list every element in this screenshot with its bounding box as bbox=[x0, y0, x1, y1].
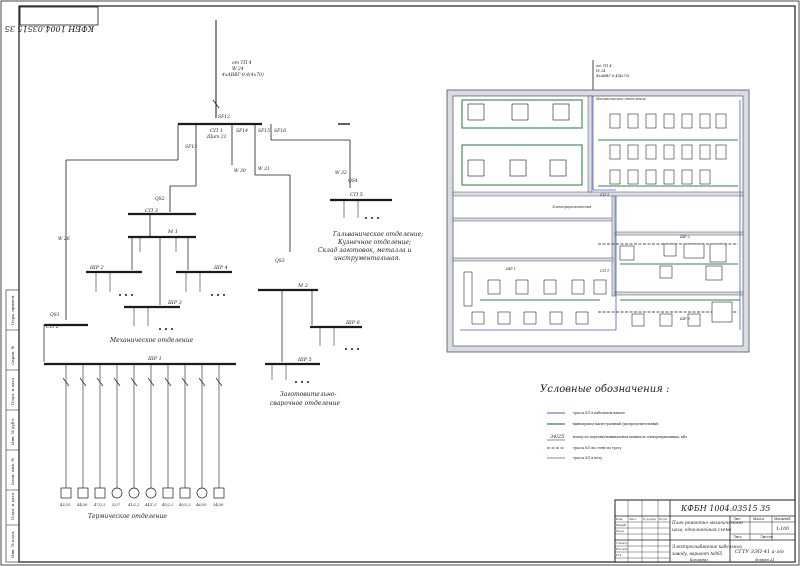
breaker-label: SF16 bbox=[274, 128, 286, 134]
section-label-galv: Склад заготовок, металла и bbox=[318, 247, 411, 254]
title-block-row: Т.контр. bbox=[616, 541, 628, 545]
legend-title: Условные обозначения : bbox=[540, 384, 669, 395]
breaker-label: SF15 bbox=[258, 128, 270, 134]
section-label-zag: Заготовительно- bbox=[280, 391, 337, 398]
title-block-row: № докум. bbox=[643, 517, 657, 521]
strip-label: Справ. № bbox=[10, 346, 15, 365]
section-label-galv: Кузнечное отделение; bbox=[337, 239, 411, 246]
receiver-label: 41/2,2 bbox=[127, 503, 140, 507]
plan-feed-label: W 24 bbox=[596, 69, 606, 73]
board-label-shr1: ШР 1 bbox=[147, 356, 162, 362]
section-label-therm: Термическое отделение bbox=[88, 513, 167, 520]
receiver-label: 45/2,2 bbox=[161, 503, 174, 507]
title-block-title: цеха, однолинейная схема bbox=[672, 527, 732, 532]
strip-label: Взам. инв. № bbox=[10, 458, 15, 485]
title-block-row: Изм. bbox=[616, 517, 623, 521]
board-label-shr2: ШР 2 bbox=[89, 265, 104, 271]
title-block-title: заводу, вариант №065 bbox=[672, 551, 723, 556]
cable-label: W 30 bbox=[234, 168, 246, 174]
title-block-header: Масса bbox=[753, 517, 764, 521]
board-label-shr4: ШР 4 bbox=[213, 265, 228, 271]
breaker-label: SF12 bbox=[218, 114, 230, 120]
section-label-galv: инструментальная. bbox=[334, 255, 401, 262]
breaker-label: SF14 bbox=[236, 128, 248, 134]
plan-room-label: ШР 1 bbox=[505, 267, 516, 271]
plan-room-label: СП 2 bbox=[600, 193, 610, 197]
cable-label: W 26 bbox=[58, 236, 70, 242]
cable-label: W 31 bbox=[258, 166, 270, 172]
title-block-sheets: Листов bbox=[760, 535, 773, 539]
breaker-label: QS3 bbox=[275, 258, 285, 264]
shop-floor-plan: от ТП 4 W 24 4xАВВГ-0.4(4x70) Механическ… bbox=[446, 60, 750, 353]
receiver-label: 44/1,5 bbox=[144, 503, 157, 507]
drawing-sheet: Перв. примен. Справ. № Подп. и дата Инв.… bbox=[0, 0, 800, 566]
plan-room-label: Электроремонтная bbox=[552, 205, 592, 209]
legend-item: -номер по перечню/номинальная мощность э… bbox=[572, 435, 687, 439]
title-block-row: Утв. bbox=[616, 553, 622, 557]
receiver-label: 46/30 bbox=[195, 503, 207, 507]
title-block-format: Формат А1 bbox=[755, 558, 775, 562]
strip-label: Инв. № дубл. bbox=[10, 418, 15, 445]
section-label-zag: сварочное отделение bbox=[270, 400, 340, 407]
title-block-row: Разраб. bbox=[616, 523, 627, 527]
feed-label: W 24 bbox=[232, 66, 244, 72]
section-label-mech: Механическое отделение bbox=[109, 337, 194, 344]
receiver-label: 40/2,2 bbox=[178, 503, 191, 507]
receiver-label: 52/7 bbox=[112, 503, 121, 507]
title-block-row: Н.контр. bbox=[616, 547, 629, 551]
legend-item: -трасса КЛ на стене по тросу bbox=[572, 446, 621, 450]
board-label-m1: М 1 bbox=[167, 229, 178, 235]
title-block-org: СГТУ 3ЭП-41 а-з/о bbox=[735, 549, 784, 555]
board-label-sp1: СП 1 bbox=[210, 128, 223, 134]
feed-label: от ТП 4 bbox=[232, 60, 252, 66]
receiver-label: 44/30 bbox=[76, 503, 88, 507]
title-block-copied: Копировал bbox=[689, 558, 708, 562]
title-block-header: Лит. bbox=[733, 517, 741, 521]
title-block-row: Подп. bbox=[659, 517, 668, 521]
plan-room-label: ШР 2 bbox=[679, 235, 691, 239]
board-label-shr6: ШР 6 bbox=[345, 320, 361, 326]
title-block: КФБН 1004.03515 35 План ремонтно-механич… bbox=[614, 499, 796, 563]
plan-room-label: СП 1 bbox=[600, 269, 609, 273]
breaker-label: SF13 bbox=[185, 144, 197, 150]
legend-item: -трасса КЛ в кабельном канале bbox=[572, 411, 625, 415]
plan-feed-label: 4xАВВГ-0.4(4x70) bbox=[595, 74, 630, 78]
board-label-shr5: ШР 5 bbox=[297, 357, 312, 363]
breaker-label: QS4 bbox=[348, 178, 358, 184]
title-block-sheet: Лист bbox=[733, 535, 742, 539]
strip-label: Перв. примен. bbox=[10, 294, 15, 325]
title-block-row: Пров. bbox=[616, 529, 624, 533]
feed-label: 4xАВВГ-0.4(4x70) bbox=[221, 71, 264, 78]
cable-label: W 32 bbox=[335, 170, 347, 176]
board-label-sp2: СП 2 bbox=[46, 324, 59, 330]
legend-item: -трасса КЛ в полу bbox=[572, 456, 602, 460]
plan-room-label: ШР 3 bbox=[679, 317, 691, 321]
plan-feed-label: от ТП 4 bbox=[596, 64, 612, 68]
title-block-title: Электроснабжение кабельных bbox=[672, 544, 743, 549]
title-block-row: Лист bbox=[629, 517, 637, 521]
strip-label: Подп. и дата bbox=[10, 492, 15, 520]
breaker-label: QS2 bbox=[155, 196, 165, 202]
board-label-sp3: СП 3 bbox=[145, 208, 158, 214]
receiver-label: 34/30 bbox=[213, 503, 224, 507]
receiver-label: 43/25 bbox=[59, 503, 71, 507]
receiver-label: 47/2,2 bbox=[93, 503, 106, 507]
title-block-header: Масштаб bbox=[774, 517, 790, 521]
board-label-m2: М 2 bbox=[297, 283, 308, 289]
legend-item: -шинопровод магистральный (распределител… bbox=[572, 422, 659, 426]
board-label-sp5: СП 5 bbox=[350, 192, 363, 198]
legend-sample-label: 34/25 bbox=[550, 434, 564, 440]
breaker-label: QS1 bbox=[50, 312, 60, 318]
strip-label: Инв. № подл. bbox=[10, 531, 15, 558]
board-label-shr3: ШР 3 bbox=[167, 300, 182, 306]
title-block-scale: 1:100 bbox=[776, 526, 789, 532]
mirror-stamp-text: КФБН 1004.03515 35 bbox=[5, 24, 95, 33]
strip-label: Подп. и дата bbox=[10, 377, 15, 405]
plan-room-title: Механическое отделение bbox=[595, 97, 646, 101]
section-label-galv: Гальваническое отделение; bbox=[332, 231, 423, 238]
title-block-code: КФБН 1004.03515 35 bbox=[680, 504, 770, 513]
board-sublabel: Щит 21 bbox=[207, 134, 226, 140]
